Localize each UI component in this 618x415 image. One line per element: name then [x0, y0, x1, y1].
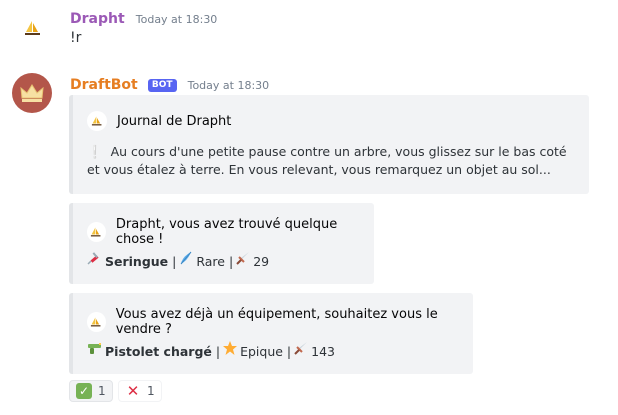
embed-title: Drapht, vous avez trouvé quelque chose !	[115, 217, 338, 247]
username-draftbot[interactable]: DraftBot	[70, 77, 138, 93]
item-name: Pistolet chargé	[105, 344, 212, 359]
sail-icon	[87, 111, 107, 131]
draftbot-avatar[interactable]	[12, 73, 52, 113]
embed-title: Journal de Drapht	[117, 113, 232, 129]
sail-icon	[87, 312, 106, 332]
embed-found-item: Drapht, vous avez trouvé quelque chose !…	[69, 203, 374, 284]
cross-mark-icon: ✕	[126, 382, 140, 400]
water-pistol-icon	[87, 340, 103, 361]
reaction-check[interactable]: ✓ 1	[69, 380, 113, 402]
item-rarity: Rare	[196, 254, 225, 269]
item-rarity: Epique	[240, 344, 283, 359]
reaction-count: 1	[98, 384, 106, 398]
star-icon	[222, 340, 238, 361]
username-drapht[interactable]: Drapht	[70, 11, 125, 27]
dagger-icon	[293, 340, 309, 361]
crown-icon	[20, 84, 44, 102]
reaction-cross[interactable]: ✕ 1	[118, 380, 162, 402]
rarity-drop-icon	[178, 250, 194, 271]
separator: |	[228, 254, 234, 269]
message-draftbot: DraftBot BOT Today at 18:30 Journal de D…	[0, 60, 618, 415]
dagger-icon	[235, 250, 251, 271]
item-name: Seringue	[105, 254, 169, 269]
item-attack: 29	[253, 254, 270, 269]
embed-journal: Journal de Drapht ❕ Au cours d'une petite…	[69, 95, 589, 194]
embed-description: Au cours d'une petite pause contre un ar…	[87, 144, 567, 177]
message-content: !r	[70, 30, 82, 46]
embed-sell-prompt: Vous avez déjà un équipement, souhaitez …	[69, 293, 473, 374]
info-icon: ❕	[87, 144, 103, 159]
reaction-count: 1	[147, 384, 155, 398]
separator: |	[215, 344, 221, 359]
syringe-icon	[87, 250, 103, 271]
bot-tag: BOT	[147, 79, 177, 92]
check-mark-icon: ✓	[76, 383, 92, 399]
message-drapht: Drapht Today at 18:30 !r	[0, 0, 618, 60]
separator: |	[286, 344, 292, 359]
item-attack: 143	[311, 344, 335, 359]
embed-title: Vous avez déjà un équipement, souhaitez …	[115, 307, 438, 337]
sail-icon	[87, 222, 106, 242]
separator: |	[172, 254, 177, 269]
sail-icon	[25, 21, 40, 35]
timestamp: Today at 18:30	[135, 13, 218, 26]
timestamp: Today at 18:30	[187, 79, 270, 92]
drapht-avatar[interactable]	[13, 8, 53, 48]
